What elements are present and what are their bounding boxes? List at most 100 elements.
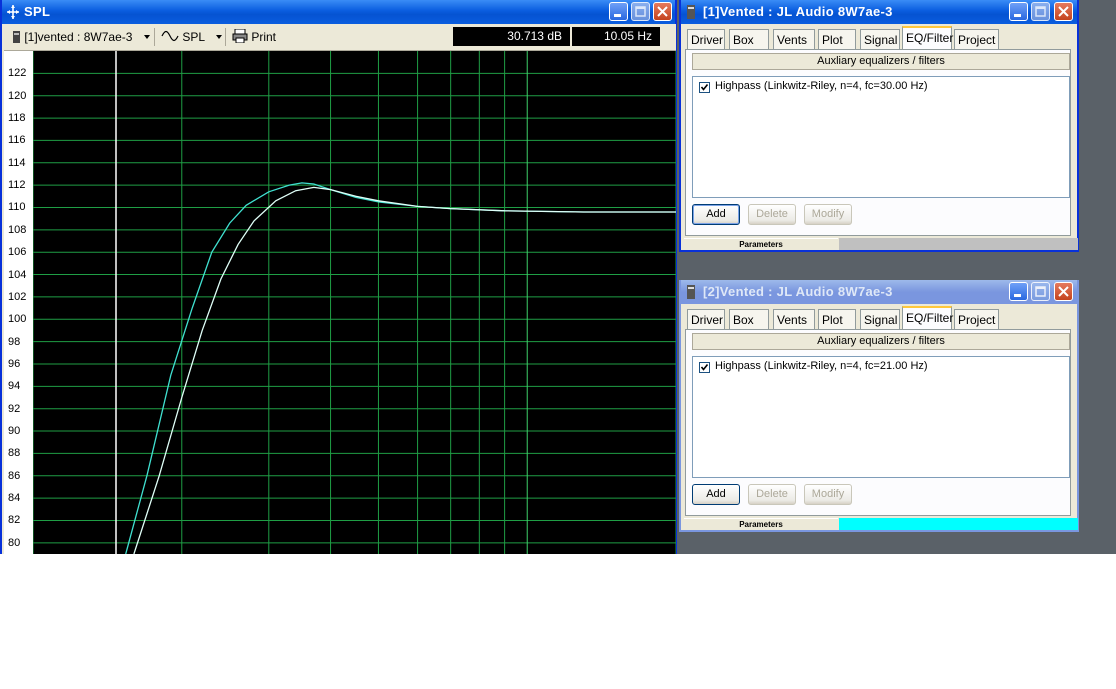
y-tick-label: 100: [8, 313, 27, 326]
y-tick-label: 96: [8, 357, 21, 370]
auxiliary-equalizers-button[interactable]: Auxliary equalizers / filters: [692, 53, 1070, 70]
move-cross-icon: [7, 5, 19, 19]
modify-button[interactable]: Modify: [804, 204, 852, 225]
tab-plot[interactable]: Plot: [818, 309, 856, 329]
close-button[interactable]: [653, 2, 672, 21]
tab-driver[interactable]: Driver: [687, 29, 725, 49]
curve-select-value: SPL: [182, 30, 205, 44]
driver-dialog-1: [1]Vented : JL Audio 8W7ae-3 Driver Box …: [679, 0, 1079, 252]
parameters-bar: [839, 518, 1078, 530]
dialog1-eq-panel: Auxliary equalizers / filters Highpass (…: [685, 49, 1071, 236]
curve-select[interactable]: SPL: [161, 29, 224, 45]
filter-checkbox[interactable]: [699, 362, 710, 373]
document-icon: [687, 285, 695, 299]
minimize-button[interactable]: [609, 2, 628, 21]
tab-plot[interactable]: Plot: [818, 29, 856, 49]
minimize-button[interactable]: [1009, 282, 1028, 301]
minimize-icon: [1014, 294, 1021, 297]
close-button[interactable]: [1054, 2, 1073, 21]
project-select-value: [1]vented : 8W7ae-3: [24, 30, 133, 44]
tab-vents[interactable]: Vents: [773, 309, 815, 329]
close-icon: [657, 6, 668, 17]
toolbar-separator: [154, 28, 155, 46]
y-axis: 122 120 118 116 114 112 110 108 106 104 102 100 98 96…: [4, 51, 33, 554]
tab-driver[interactable]: Driver: [687, 309, 725, 329]
maximize-button[interactable]: [631, 2, 650, 21]
minimize-icon: [1014, 14, 1021, 17]
tab-vents[interactable]: Vents: [773, 29, 815, 49]
parameters-label: Parameters: [684, 518, 838, 530]
delete-button[interactable]: Delete: [748, 484, 796, 505]
y-tick-label: 116: [8, 134, 26, 147]
filter-list[interactable]: Highpass (Linkwitz-Riley, n=4, fc=21.00 …: [692, 356, 1070, 478]
y-tick-label: 80: [8, 536, 21, 549]
print-button[interactable]: Print: [232, 28, 277, 45]
close-icon: [1058, 6, 1069, 17]
minimize-icon: [614, 14, 621, 17]
add-button[interactable]: Add: [692, 204, 740, 225]
y-tick-label: 84: [8, 492, 21, 505]
tab-signal[interactable]: Signal: [860, 29, 900, 49]
chevron-down-icon: [143, 35, 150, 39]
printer-icon: [232, 28, 248, 44]
dialog2-eq-panel: Auxliary equalizers / filters Highpass (…: [685, 329, 1071, 516]
filter-item[interactable]: Highpass (Linkwitz-Riley, n=4, fc=30.00 …: [715, 80, 928, 92]
maximize-button[interactable]: [1031, 2, 1050, 21]
minimize-button[interactable]: [1009, 2, 1028, 21]
filter-list[interactable]: Highpass (Linkwitz-Riley, n=4, fc=30.00 …: [692, 76, 1070, 198]
y-tick-label: 122: [8, 67, 27, 80]
auxiliary-equalizers-button[interactable]: Auxliary equalizers / filters: [692, 333, 1070, 350]
y-tick-label: 120: [8, 89, 27, 102]
y-tick-label: 90: [8, 425, 21, 438]
project-select[interactable]: [1]vented : 8W7ae-3: [12, 29, 152, 45]
modify-button[interactable]: Modify: [804, 484, 852, 505]
db-readout: 30.713 dB: [453, 27, 570, 46]
y-tick-label: 118: [8, 112, 26, 125]
tab-signal[interactable]: Signal: [860, 309, 900, 329]
y-tick-label: 114: [8, 156, 26, 169]
y-tick-label: 108: [8, 223, 27, 236]
document-icon: [687, 5, 695, 19]
close-button[interactable]: [1054, 282, 1073, 301]
dialog1-title: [1]Vented : JL Audio 8W7ae-3: [703, 4, 893, 19]
spl-window-title: SPL: [24, 4, 51, 19]
filter-checkbox[interactable]: [699, 82, 710, 93]
maximize-button[interactable]: [1031, 282, 1050, 301]
delete-button[interactable]: Delete: [748, 204, 796, 225]
y-tick-label: 102: [8, 290, 27, 303]
dialog2-title: [2]Vented : JL Audio 8W7ae-3: [703, 284, 893, 299]
spl-titlebar[interactable]: SPL: [2, 0, 675, 24]
toolbar-separator: [225, 28, 226, 46]
dialog1-titlebar[interactable]: [1]Vented : JL Audio 8W7ae-3: [681, 0, 1077, 24]
tab-box[interactable]: Box: [729, 309, 769, 329]
tab-project[interactable]: Project: [954, 29, 999, 49]
parameters-label: Parameters: [684, 238, 838, 250]
spl-chart[interactable]: [32, 51, 677, 555]
add-button[interactable]: Add: [692, 484, 740, 505]
y-tick-label: 86: [8, 469, 21, 482]
hz-readout: 10.05 Hz: [572, 27, 660, 46]
tab-eq-filter[interactable]: EQ/Filter: [902, 26, 953, 50]
tab-eq-filter[interactable]: EQ/Filter: [902, 306, 953, 330]
y-tick-label: 104: [8, 268, 27, 281]
y-tick-label: 110: [8, 201, 26, 214]
parameters-status: Parameters: [684, 518, 1078, 530]
chevron-down-icon: [215, 35, 222, 39]
checkmark-icon: [700, 84, 709, 91]
spl-plot[interactable]: [32, 51, 677, 555]
maximize-icon: [1035, 6, 1046, 17]
y-tick-label: 94: [8, 380, 21, 393]
checkmark-icon: [700, 364, 709, 371]
dialog2-titlebar[interactable]: [2]Vented : JL Audio 8W7ae-3: [681, 280, 1077, 304]
y-tick-label: 112: [8, 179, 26, 192]
tab-box[interactable]: Box: [729, 29, 769, 49]
print-label: Print: [251, 30, 277, 44]
y-tick-label: 82: [8, 514, 21, 527]
filter-item[interactable]: Highpass (Linkwitz-Riley, n=4, fc=21.00 …: [715, 360, 928, 372]
maximize-icon: [1035, 286, 1046, 297]
parameters-bar: [839, 238, 1078, 250]
y-tick-label: 106: [8, 246, 27, 259]
tab-project[interactable]: Project: [954, 309, 999, 329]
close-icon: [1058, 286, 1069, 297]
parameters-status: Parameters: [684, 238, 1078, 250]
